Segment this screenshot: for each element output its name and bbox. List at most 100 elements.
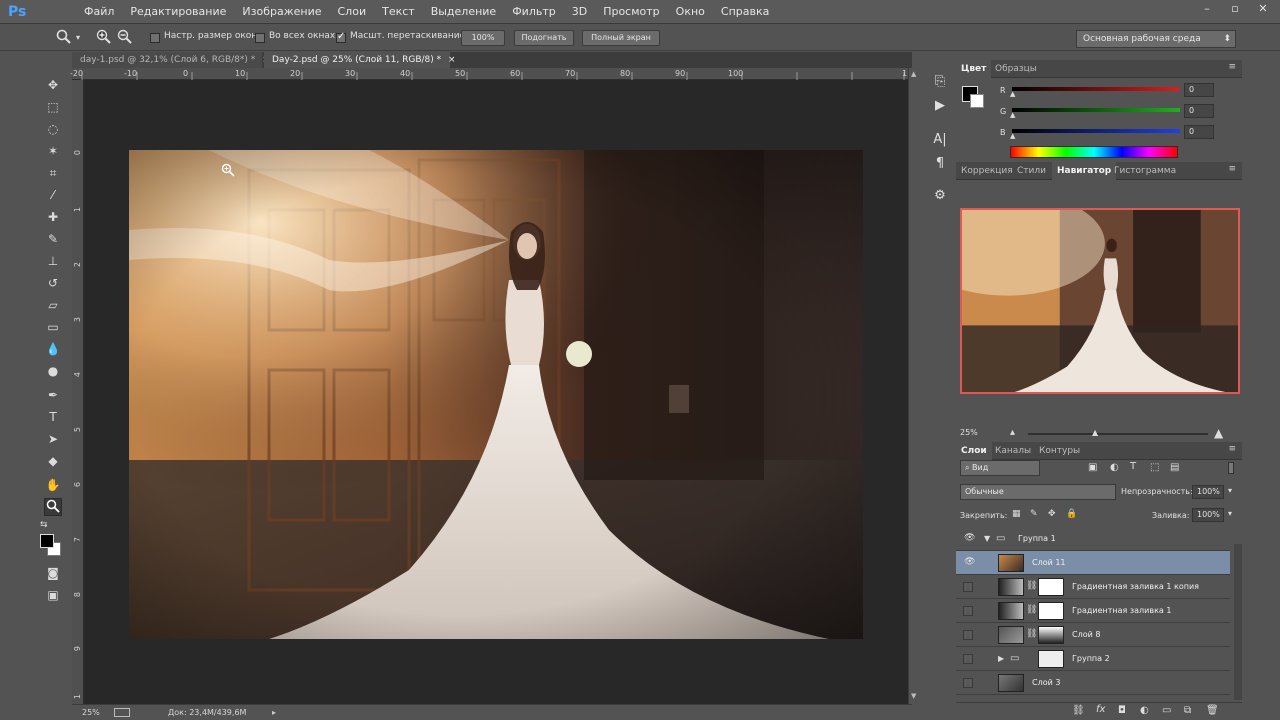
visibility-toggle[interactable] — [963, 582, 973, 592]
lock-pixels-icon[interactable]: ✎ — [1030, 509, 1038, 519]
visibility-toggle[interactable] — [963, 654, 973, 664]
clone-stamp-icon[interactable]: ⊥ — [44, 252, 62, 270]
actions-panel-icon[interactable]: ▶ — [930, 96, 950, 116]
zoom-out-icon[interactable] — [117, 29, 133, 47]
link-layers-icon[interactable]: ⛓ — [1072, 705, 1085, 716]
actual-pixels-button[interactable]: 100% — [461, 30, 505, 46]
blur-tool-icon[interactable]: 💧 — [44, 340, 62, 358]
tab-color[interactable]: Цвет — [956, 60, 992, 78]
layer-row-group-2[interactable]: ▶ ▭ Группа 2 — [956, 647, 1230, 671]
channel-r-slider[interactable] — [1012, 87, 1180, 91]
tab-layers[interactable]: Слои — [956, 442, 992, 460]
menu-3d[interactable]: 3D — [564, 0, 595, 24]
tab-day-1[interactable]: day-1.psd @ 32,1% (Слой 6, RGB/8*) * × — [72, 52, 270, 68]
menu-type[interactable]: Текст — [374, 0, 423, 24]
healing-brush-icon[interactable]: ✚ — [44, 208, 62, 226]
close-icon[interactable]: × — [448, 55, 456, 65]
layer-row-sloi-11[interactable]: 👁 Слой 11 — [956, 551, 1230, 575]
adjustment-layer-icon[interactable]: ◐ — [1140, 705, 1149, 716]
screen-mode-icon[interactable]: ▣ — [44, 586, 62, 604]
visibility-toggle[interactable] — [963, 606, 973, 616]
menu-edit[interactable]: Редактирование — [122, 0, 234, 24]
tab-swatches[interactable]: Образцы — [990, 60, 1042, 78]
scroll-down-icon[interactable]: ▼ — [911, 692, 916, 700]
layers-scrollbar[interactable] — [1234, 544, 1242, 700]
dodge-tool-icon[interactable]: ● — [44, 362, 62, 380]
tool-presets-icon[interactable]: ⚙ — [930, 186, 950, 206]
layer-row-sloi-8[interactable]: ⛓ Слой 8 — [956, 623, 1230, 647]
move-tool-icon[interactable]: ✥ — [44, 76, 62, 94]
mask-thumbnail[interactable] — [1038, 602, 1064, 620]
zoom-tool-icon[interactable] — [44, 498, 62, 516]
channel-g-slider[interactable] — [1012, 108, 1180, 112]
panel-menu-icon[interactable]: ≡ — [1228, 164, 1236, 174]
fill-value[interactable]: 100% — [1192, 508, 1224, 522]
menu-layers[interactable]: Слои — [330, 0, 375, 24]
magic-wand-icon[interactable]: ✶ — [44, 142, 62, 160]
link-icon[interactable]: ⛓ — [1026, 605, 1037, 615]
panel-menu-icon[interactable]: ≡ — [1228, 62, 1236, 72]
slider-thumb-icon[interactable]: ▲ — [1010, 90, 1015, 98]
layer-row-gradient-fill[interactable]: ⛓ Градиентная заливка 1 — [956, 599, 1230, 623]
brush-tool-icon[interactable]: ✎ — [44, 230, 62, 248]
status-icon[interactable] — [114, 708, 130, 717]
adjustment-filter-icon[interactable]: ◐ — [1110, 462, 1119, 473]
add-mask-icon[interactable]: ◘ — [1118, 705, 1126, 716]
tab-day-2[interactable]: Day-2.psd @ 25% (Слой 11, RGB/8) * × — [264, 52, 456, 68]
channel-r-value[interactable]: 0 — [1184, 83, 1214, 97]
quick-mask-icon[interactable]: ◙ — [44, 564, 62, 582]
canvas-scrollbar[interactable]: ▲ ▼ — [908, 68, 920, 704]
status-arrow-icon[interactable]: ▸ — [272, 705, 276, 720]
chevron-down-icon[interactable]: ▾ — [76, 29, 80, 47]
minimize-button[interactable]: – — [1200, 2, 1214, 16]
layer-row-group-1[interactable]: 👁 ▼ ▭ Группа 1 — [956, 527, 1230, 551]
link-icon[interactable]: ⛓ — [1026, 581, 1037, 591]
layer-filter-select[interactable]: ⌕ Вид — [960, 460, 1040, 476]
navigator-zoom-slider[interactable] — [1028, 433, 1208, 435]
type-filter-icon[interactable]: T — [1130, 461, 1136, 472]
all-windows-checkbox[interactable] — [255, 33, 265, 43]
hand-tool-icon[interactable]: ✋ — [44, 476, 62, 494]
channel-g-value[interactable]: 0 — [1184, 104, 1214, 118]
slider-thumb-icon[interactable]: ▲ — [1092, 428, 1098, 437]
disclosure-closed-icon[interactable]: ▶ — [998, 654, 1004, 663]
lock-transparent-icon[interactable]: ▦ — [1012, 509, 1021, 519]
smart-object-filter-icon[interactable]: ▤ — [1170, 462, 1179, 473]
type-tool-icon[interactable]: T — [44, 408, 62, 426]
blend-mode-select[interactable]: Обычные — [960, 484, 1116, 500]
menu-file[interactable]: Файл — [76, 0, 122, 24]
link-icon[interactable]: ⛓ — [1026, 629, 1037, 639]
eye-icon[interactable]: 👁 — [964, 557, 975, 567]
new-group-icon[interactable]: ▭ — [1162, 705, 1171, 716]
menu-image[interactable]: Изображение — [234, 0, 329, 24]
maximize-button[interactable]: ▫ — [1228, 2, 1242, 16]
tab-navigator[interactable]: Навигатор — [1052, 162, 1117, 180]
color-spectrum-bar[interactable] — [1010, 146, 1178, 158]
channel-b-value[interactable]: 0 — [1184, 125, 1214, 139]
marquee-tool-icon[interactable]: ⬚ — [44, 98, 62, 116]
scrubby-zoom-checkbox[interactable] — [336, 31, 346, 43]
panel-menu-icon[interactable]: ≡ — [1228, 444, 1236, 454]
scroll-up-icon[interactable]: ▲ — [911, 70, 916, 78]
lock-all-icon[interactable]: 🔒 — [1066, 509, 1077, 519]
pen-tool-icon[interactable]: ✒ — [44, 386, 62, 404]
tab-paths[interactable]: Контуры — [1034, 442, 1085, 460]
menu-help[interactable]: Справка — [713, 0, 777, 24]
shape-filter-icon[interactable]: ⬚ — [1150, 462, 1159, 473]
mask-thumbnail[interactable] — [1038, 626, 1064, 644]
lock-position-icon[interactable]: ✥ — [1048, 509, 1056, 519]
disclosure-open-icon[interactable]: ▼ — [984, 534, 990, 543]
fit-screen-button[interactable]: Подогнать — [514, 30, 574, 46]
resize-windows-checkbox[interactable] — [150, 33, 160, 43]
slider-thumb-icon[interactable]: ▲ — [1010, 111, 1015, 119]
navigator-zoom-value[interactable]: 25% — [960, 428, 978, 437]
history-panel-icon[interactable]: ⎘ — [930, 72, 950, 92]
tab-adjustments[interactable]: Коррекция — [956, 162, 1018, 180]
mask-thumbnail[interactable] — [1038, 578, 1064, 596]
layer-style-icon[interactable]: fx — [1096, 704, 1105, 715]
pixel-filter-icon[interactable]: ▣ — [1088, 462, 1097, 473]
zoom-level[interactable]: 25% — [82, 705, 100, 720]
channel-b-slider[interactable] — [1012, 129, 1180, 133]
path-select-icon[interactable]: ➤ — [44, 430, 62, 448]
menu-select[interactable]: Выделение — [423, 0, 505, 24]
